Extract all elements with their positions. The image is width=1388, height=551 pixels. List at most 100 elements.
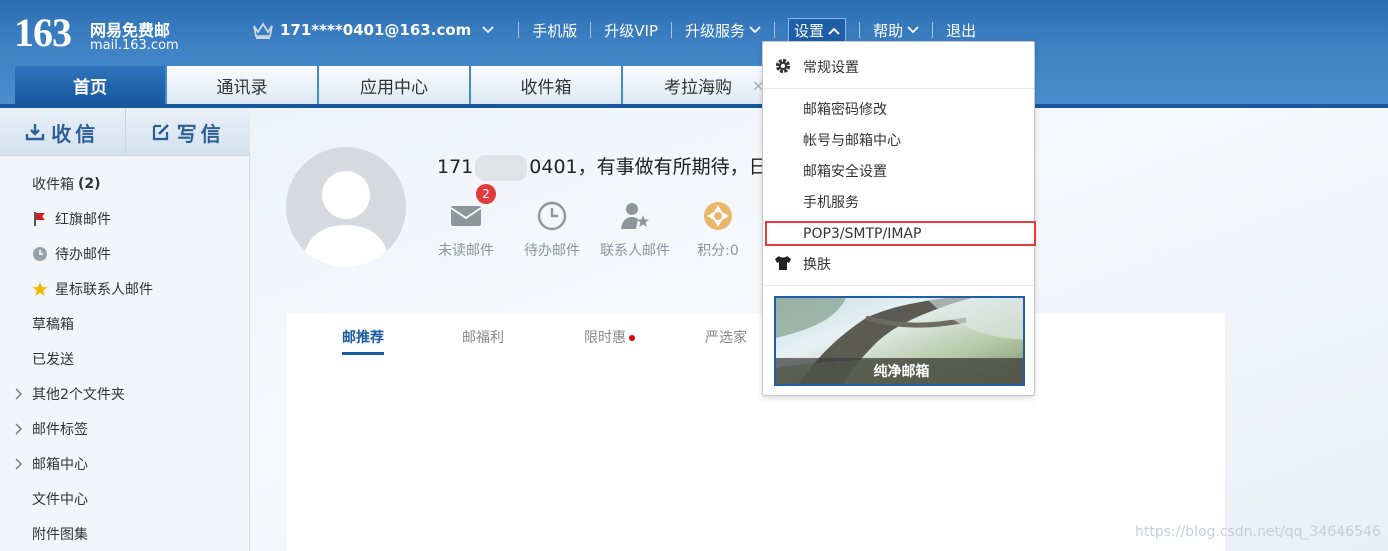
top-navigation: 171****0401@163.com 手机版 升级VIP 升级服务 设置 帮助… — [252, 18, 976, 42]
chevron-right-icon[interactable] — [14, 458, 22, 470]
folder-sent[interactable]: 已发送 — [0, 341, 250, 376]
change-skin-item[interactable]: 换肤 — [763, 248, 1034, 279]
tab-home[interactable]: 首页 — [15, 66, 165, 105]
folder-file-center[interactable]: 文件中心 — [0, 481, 250, 516]
contact-star-icon — [621, 203, 649, 229]
clock-icon — [33, 247, 47, 261]
folder-label: 邮件标签 — [32, 421, 88, 438]
edit-icon — [152, 124, 169, 141]
folder-mailbox-center[interactable]: 邮箱中心 — [0, 446, 250, 481]
greeting-text: 0401，有事做有所期待，日 — [529, 156, 768, 178]
tab-app-center[interactable]: 应用中心 — [319, 66, 469, 105]
avatar[interactable] — [286, 147, 406, 267]
menu-divider — [763, 88, 1034, 89]
general-settings-item[interactable]: 常规设置 — [763, 51, 1034, 82]
star-icon — [32, 282, 48, 296]
folder-label: 收件箱 — [32, 176, 74, 193]
divider — [671, 22, 673, 38]
chevron-down-icon — [907, 26, 919, 34]
stat-unread[interactable]: 未读邮件 — [421, 200, 511, 260]
folder-label: 邮箱中心 — [32, 456, 88, 473]
divider — [774, 22, 776, 38]
folder-drafts[interactable]: 草稿箱 — [0, 306, 250, 341]
tshirt-icon — [775, 256, 791, 270]
skin-preview[interactable]: 纯净邮箱 — [774, 296, 1025, 386]
settings-menu[interactable]: 设置 — [788, 18, 847, 42]
menu-divider — [763, 285, 1034, 286]
download-icon — [26, 124, 45, 141]
folder-label: 待办邮件 — [55, 246, 111, 263]
folder-label: 其他2个文件夹 — [32, 386, 125, 403]
help-menu[interactable]: 帮助 — [873, 20, 919, 41]
mobile-version-link[interactable]: 手机版 — [532, 20, 577, 41]
sidebar: 收信 写信 收件箱 (2) 红旗邮件 待办邮件 星标联系人邮件 草稿箱 已发送 其… — [0, 108, 250, 551]
security-settings-item[interactable]: 邮箱安全设置 — [763, 155, 1034, 186]
folder-attachments[interactable]: 附件图集 — [0, 516, 250, 551]
folder-tags[interactable]: 邮件标签 — [0, 411, 250, 446]
stat-contacts[interactable]: 联系人邮件 — [590, 200, 680, 260]
divider — [590, 22, 592, 38]
greeting: 171 0401，有事做有所期待，日 — [437, 152, 768, 181]
folder-label: 星标联系人邮件 — [55, 281, 153, 298]
stat-label: 未读邮件 — [438, 243, 494, 259]
account-center-item[interactable]: 帐号与邮箱中心 — [763, 124, 1034, 155]
tab-contacts[interactable]: 通讯录 — [167, 66, 317, 105]
folder-red-flag[interactable]: 红旗邮件 — [0, 201, 250, 236]
folder-label: 文件中心 — [32, 491, 88, 508]
upgrade-vip-link[interactable]: 升级VIP — [604, 20, 658, 41]
divider — [859, 22, 861, 38]
folder-label: 附件图集 — [32, 526, 88, 543]
menu-label: 常规设置 — [803, 59, 859, 76]
logout-link[interactable]: 退出 — [946, 20, 976, 41]
tab-yanxuan[interactable]: 严选家 — [705, 327, 747, 347]
unread-count: (2) — [78, 175, 101, 192]
skin-label: 纯净邮箱 — [776, 358, 1023, 384]
password-change-item[interactable]: 邮箱密码修改 — [763, 93, 1034, 124]
stat-todo[interactable]: 待办邮件 — [507, 200, 597, 260]
top-header: 163 网易免费邮 mail.163.com 171****0401@163.c… — [0, 0, 1388, 108]
help-label: 帮助 — [873, 21, 904, 40]
receive-button[interactable]: 收信 — [0, 108, 125, 156]
stat-label: 联系人邮件 — [600, 243, 670, 259]
tab-mail-recommend[interactable]: 邮推荐 — [342, 327, 384, 355]
points-coin-icon — [704, 202, 732, 230]
tab-inbox[interactable]: 收件箱 — [471, 66, 621, 105]
recommend-panel: 邮推荐 邮福利 限时惠 严选家 — [287, 313, 1225, 551]
stat-points[interactable]: 积分:0 — [673, 200, 763, 260]
logo-url: mail.163.com — [90, 38, 179, 53]
greeting-prefix: 171 — [437, 156, 474, 178]
chevron-right-icon[interactable] — [14, 388, 22, 400]
settings-dropdown: 常规设置 邮箱密码修改 帐号与邮箱中心 邮箱安全设置 手机服务 POP3/SMT… — [762, 41, 1036, 396]
tab-mail-welfare[interactable]: 邮福利 — [462, 327, 504, 347]
mail-actions: 收信 写信 — [0, 108, 250, 156]
logo-number: 163 — [14, 10, 72, 55]
folder-todo[interactable]: 待办邮件 — [0, 236, 250, 271]
stat-label: 待办邮件 — [524, 243, 580, 259]
tab-kaola[interactable]: 考拉海购 × — [623, 66, 773, 105]
red-flag-icon — [34, 212, 45, 226]
account-email[interactable]: 171****0401@163.com — [280, 21, 471, 39]
settings-label: 设置 — [794, 22, 825, 40]
compose-label: 写信 — [176, 121, 225, 146]
folder-label: 草稿箱 — [32, 316, 74, 333]
compose-button[interactable]: 写信 — [126, 108, 251, 156]
upgrade-service-menu[interactable]: 升级服务 — [685, 20, 761, 41]
chevron-down-icon[interactable] — [481, 25, 495, 35]
unread-badge: 2 — [476, 184, 496, 204]
masked-number — [475, 154, 528, 181]
highlight-box — [765, 221, 1036, 246]
tab-kaola-label: 考拉海购 — [664, 78, 732, 98]
chevron-up-icon — [828, 27, 840, 35]
folder-inbox[interactable]: 收件箱 (2) — [0, 166, 250, 201]
chevron-right-icon[interactable] — [14, 423, 22, 435]
crown-icon — [253, 22, 273, 39]
tab-label: 限时惠 — [584, 330, 626, 346]
folder-other[interactable]: 其他2个文件夹 — [0, 376, 250, 411]
folder-starred-contacts[interactable]: 星标联系人邮件 — [0, 271, 250, 306]
main-tabs: 首页 通讯录 应用中心 收件箱 考拉海购 × — [15, 66, 775, 105]
stat-label: 积分:0 — [697, 243, 739, 259]
receive-label: 收信 — [51, 121, 100, 146]
mobile-service-item[interactable]: 手机服务 — [763, 186, 1034, 217]
folder-list: 收件箱 (2) 红旗邮件 待办邮件 星标联系人邮件 草稿箱 已发送 其他2个文件夹… — [0, 166, 250, 551]
tab-flash-deals[interactable]: 限时惠 — [584, 327, 635, 347]
